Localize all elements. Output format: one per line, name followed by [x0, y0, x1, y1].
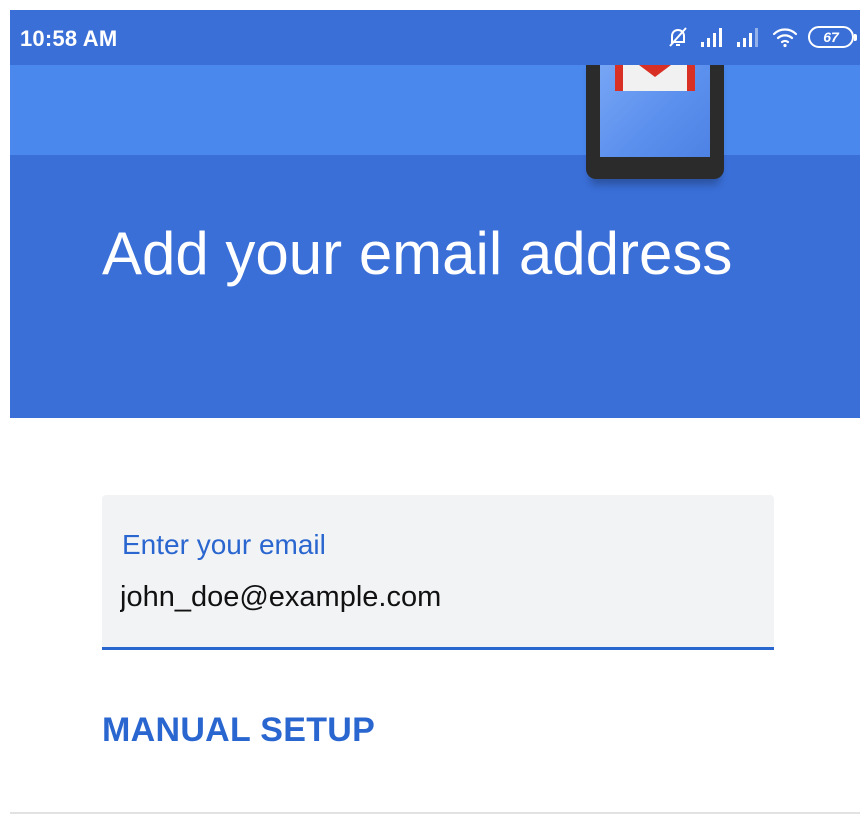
header-band	[10, 65, 860, 155]
battery-icon: 67	[808, 26, 857, 48]
email-input[interactable]	[118, 575, 742, 619]
wifi-icon	[772, 26, 798, 48]
status-time: 10:58 AM	[20, 26, 118, 51]
notifications-off-icon	[666, 25, 690, 49]
tablet-screen	[600, 65, 710, 157]
envelope-flap	[623, 65, 687, 77]
header-banner: Add your email address	[10, 65, 860, 418]
page-title: Add your email address	[102, 220, 733, 287]
status-icons: 67	[666, 24, 857, 50]
gmail-envelope-icon	[615, 65, 695, 91]
add-email-screen: 10:58 AM 67 Add your email address Enter…	[0, 0, 860, 815]
tablet-illustration	[586, 65, 724, 179]
signal-strength-icon	[736, 26, 762, 48]
email-field[interactable]: Enter your email	[102, 495, 774, 650]
battery-level: 67	[823, 29, 839, 45]
email-field-label: Enter your email	[122, 529, 326, 560]
status-bar: 10:58 AM 67	[10, 10, 860, 65]
divider	[10, 812, 860, 814]
manual-setup-button[interactable]: MANUAL SETUP	[102, 711, 375, 750]
signal-strength-icon	[700, 26, 726, 48]
